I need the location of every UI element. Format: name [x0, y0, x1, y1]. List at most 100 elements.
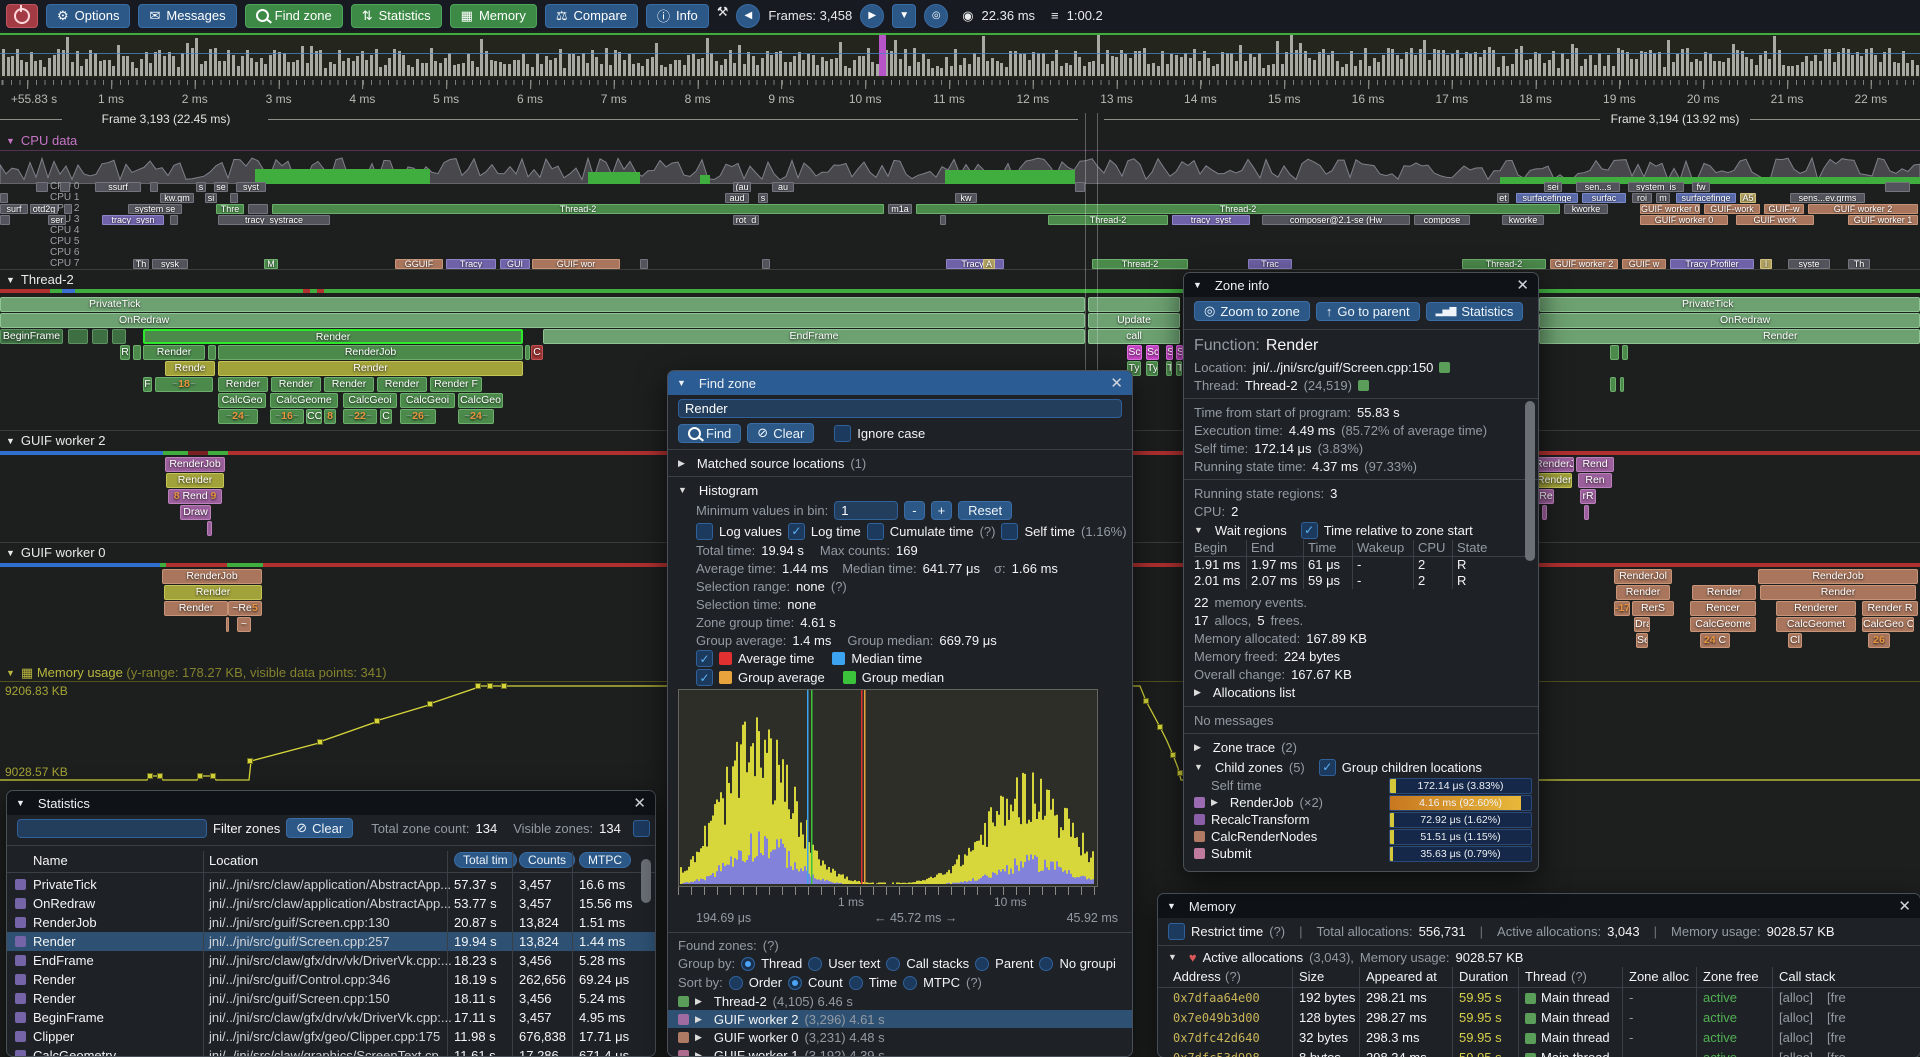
child-name[interactable]: CalcRenderNodes — [1211, 829, 1317, 844]
timeline-zone[interactable]: Render — [324, 377, 374, 392]
table-row[interactable]: Renderjni/../jni/src/guif/Screen.cpp:150… — [7, 989, 655, 1008]
restrict-time-checkbox[interactable] — [1168, 923, 1185, 940]
timeline-zone[interactable] — [208, 345, 216, 360]
frame-left-label[interactable]: Frame 3,193 (22.45 ms) — [66, 112, 266, 126]
timeline-zone[interactable] — [133, 345, 141, 360]
log-values-checkbox[interactable] — [696, 523, 713, 540]
cpu-zone[interactable] — [640, 259, 648, 269]
timeline-zone[interactable]: 8 — [324, 409, 336, 424]
help-icon[interactable]: (?) — [831, 579, 847, 594]
cumulate-time-checkbox[interactable] — [867, 523, 884, 540]
zone-name[interactable]: RenderJob — [33, 913, 97, 932]
cpu-zone[interactable] — [940, 215, 946, 225]
timeline-zone[interactable]: ~16~ — [270, 409, 304, 424]
timeline-zone[interactable]: Render — [1692, 585, 1756, 600]
close-icon[interactable]: ✕ — [1516, 278, 1529, 293]
cpu-zone[interactable]: rot_d — [733, 215, 759, 225]
cpu-zone[interactable]: GUIF w — [1622, 259, 1666, 269]
cpu-zone[interactable]: tracy_sysn — [102, 215, 164, 225]
allocation-appeared[interactable]: 298.21 ms — [1366, 988, 1427, 1008]
collapse-icon[interactable]: ▼ — [6, 136, 15, 146]
timeline-zone[interactable]: RenderJob — [165, 457, 225, 472]
power-button[interactable] — [6, 4, 38, 28]
zone-location[interactable]: jni/../jni/src/guif/Screen.cpp:130 — [209, 913, 390, 932]
table-row[interactable]: BeginFramejni/../jni/src/claw/gfx/drv/vk… — [7, 1008, 655, 1027]
cpu-zone[interactable] — [170, 215, 178, 225]
zone-name[interactable]: Render — [33, 932, 76, 951]
clear-button[interactable]: ⊘Clear — [747, 423, 814, 443]
table-row[interactable]: PrivateTickjni/../jni/src/claw/applicati… — [7, 875, 655, 894]
sort-by-radio-mtpc[interactable] — [903, 976, 917, 990]
child-zone-row[interactable]: Self time172.14 μs (3.83%) — [1184, 777, 1538, 794]
fit-view-button[interactable]: ◎ — [924, 4, 948, 28]
selected-frame-marker[interactable] — [879, 35, 886, 76]
timeline-zone[interactable]: Ty — [1146, 361, 1158, 376]
cpu-zone[interactable]: m — [1656, 193, 1670, 203]
cpu-zone[interactable] — [60, 182, 70, 192]
table-row[interactable]: EndFramejni/../jni/src/claw/gfx/drv/vk/D… — [7, 951, 655, 970]
cpu-zone[interactable]: roi — [1632, 193, 1652, 203]
cpu-zone[interactable]: et — [1497, 193, 1509, 203]
table-row[interactable]: Clipperjni/../jni/src/claw/gfx/geo/Clipp… — [7, 1027, 655, 1046]
cpu-zone[interactable]: A5 — [1740, 193, 1756, 203]
timeline-zone[interactable] — [1610, 345, 1619, 360]
collapse-icon[interactable]: ▼ — [16, 798, 25, 808]
timeline-zone[interactable]: CalcGeomet — [1776, 617, 1856, 632]
help-icon[interactable]: (?) — [1225, 969, 1241, 984]
timeline-zone[interactable]: RenderJob — [1758, 569, 1918, 584]
zone-name[interactable]: PrivateTick — [33, 875, 97, 894]
cpu-zone[interactable]: otd2g — [30, 204, 58, 214]
cpu-zone[interactable]: GUI — [500, 259, 530, 269]
cpu-zone[interactable]: tracy_systrace — [218, 215, 330, 225]
cpu-zone[interactable]: surfacefinge — [1516, 193, 1578, 203]
child-name[interactable]: Submit — [1211, 846, 1251, 861]
sort-by-radio-time[interactable] — [849, 976, 863, 990]
cpu-zone[interactable]: surf — [0, 204, 28, 214]
cpu-zone[interactable]: Thread-2 — [1048, 215, 1168, 225]
found-group-row[interactable]: ▶GUIF worker 0(3,231) 4.48 s — [668, 1028, 1132, 1046]
next-frame-button[interactable]: ▶ — [860, 4, 884, 28]
zone-location[interactable]: jni/../jni/src/guif/Screen.cpp:150 — [209, 989, 390, 1008]
timeline-zone[interactable]: 26 — [1868, 633, 1890, 648]
child-zone-row[interactable]: ▶RenderJob(×2)4.16 ms (92.60%) — [1184, 794, 1538, 811]
mem-col-thread[interactable]: Thread — [1525, 969, 1566, 984]
timeline-zone[interactable]: rR — [1580, 489, 1596, 504]
cpu-zone[interactable]: (au — [733, 182, 751, 192]
zone-location[interactable]: jni/../jni/src/claw/application/Abstract… — [209, 894, 451, 913]
mem-col-zone-free[interactable]: Zone free — [1703, 969, 1759, 984]
zone-location[interactable]: jni/../jni/src/claw/graphics/ScreenText.… — [209, 1046, 450, 1057]
cpu-zone[interactable]: Trac — [1248, 259, 1292, 269]
zone-info-scrollbar[interactable] — [1525, 401, 1535, 561]
prev-frame-button[interactable]: ◀ — [736, 4, 760, 28]
memory-titlebar[interactable]: ▼ Memory ✕ — [1158, 894, 1920, 918]
zone-info-titlebar[interactable]: ▼ Zone info ✕ — [1184, 273, 1538, 297]
call-stack-free-link[interactable]: [fre — [1827, 1008, 1846, 1028]
zone-name[interactable]: EndFrame — [33, 951, 94, 970]
cpu-zone[interactable]: se — [214, 182, 228, 192]
group-children-checkbox[interactable] — [1319, 759, 1336, 776]
timeline-zone[interactable]: OnRedraw — [1539, 313, 1920, 328]
timeline-zone[interactable]: Render — [166, 473, 224, 488]
filter-zones-input[interactable] — [17, 819, 207, 838]
timeline-zone[interactable]: CalcGeoi — [343, 393, 397, 408]
close-icon[interactable]: ✕ — [633, 796, 646, 811]
allocations-list-label[interactable]: Allocations list — [1213, 685, 1295, 700]
timeline-zone[interactable]: -17 — [1614, 601, 1630, 616]
cpu-zone[interactable]: Tracy Profiler — [1670, 259, 1754, 269]
group-name[interactable]: GUIF worker 0 — [714, 1030, 799, 1045]
zone-search-input[interactable] — [678, 399, 1122, 418]
cpu-zone[interactable]: syst — [236, 182, 266, 192]
table-row[interactable]: Renderjni/../jni/src/guif/Screen.cpp:257… — [7, 932, 655, 951]
mem-col-duration[interactable]: Duration — [1459, 969, 1508, 984]
timeline-zone[interactable]: Rend — [1576, 457, 1614, 472]
timeline-zone[interactable]: CC — [306, 409, 322, 424]
collapse-icon[interactable]: ▼ — [1194, 525, 1203, 535]
frame-right-label[interactable]: Frame 3,194 (13.92 ms) — [1602, 112, 1748, 126]
timeline-zone[interactable] — [1584, 505, 1589, 520]
call-stack-alloc-link[interactable]: [alloc] — [1779, 988, 1813, 1008]
found-group-row[interactable]: ▶Thread-2(4,105) 6.46 s — [668, 992, 1132, 1010]
cpu-zone[interactable]: kworke — [1564, 204, 1608, 214]
info-button[interactable]: ⓘInfo — [646, 4, 709, 28]
child-name[interactable]: RenderJob — [1230, 795, 1294, 810]
timeline-zone[interactable]: ~26~ — [400, 409, 436, 424]
